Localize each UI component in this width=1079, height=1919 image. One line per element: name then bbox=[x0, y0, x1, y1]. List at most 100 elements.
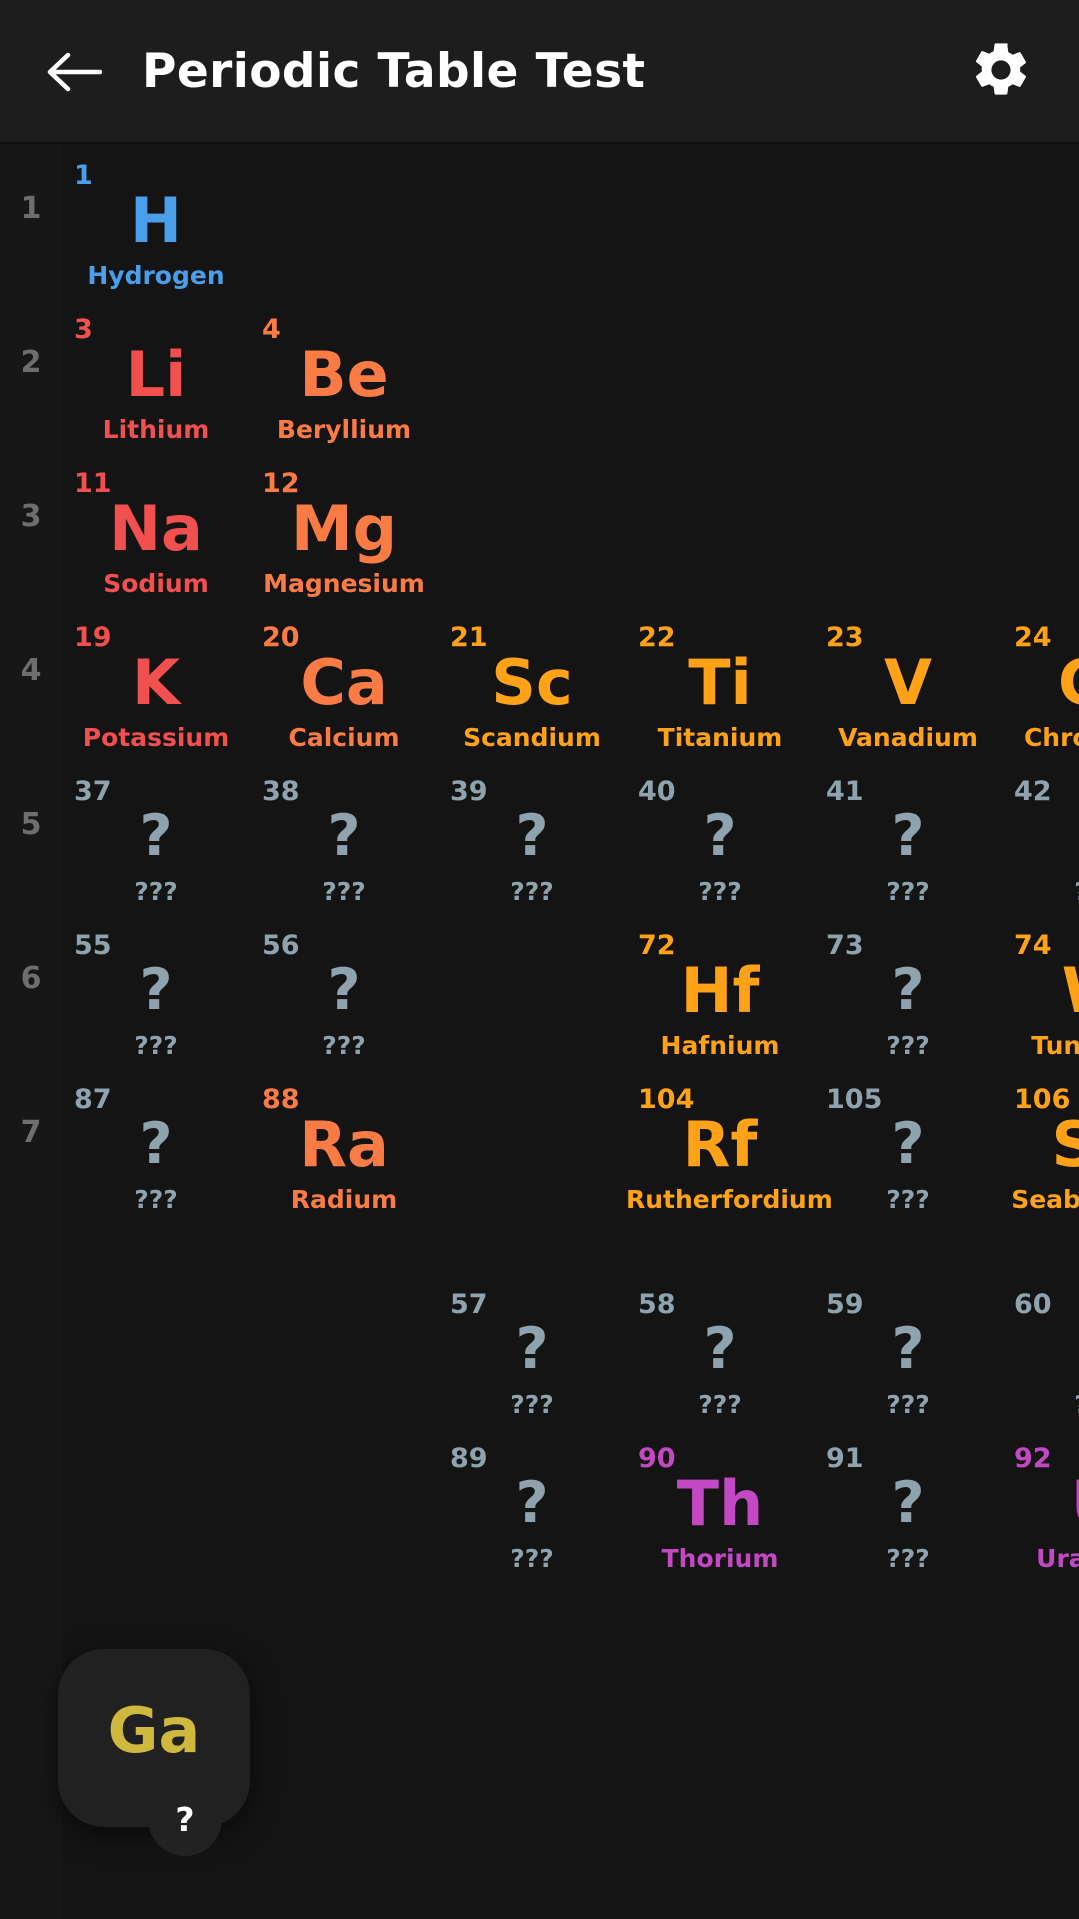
back-button[interactable] bbox=[28, 26, 120, 118]
element-symbol: ? bbox=[515, 1316, 549, 1382]
element-name: Radium bbox=[290, 1185, 398, 1214]
element-cell-unknown-60[interactable]: 60???? bbox=[1002, 1291, 1079, 1445]
atomic-number: 59 bbox=[826, 1289, 864, 1320]
element-cell-sg[interactable]: 106SgSeaborgium bbox=[1002, 1086, 1079, 1240]
element-cell-unknown-55[interactable]: 55???? bbox=[62, 932, 250, 1086]
element-symbol: ? bbox=[891, 1316, 925, 1382]
atomic-number: 21 bbox=[450, 622, 488, 653]
element-symbol: ? bbox=[515, 803, 549, 869]
element-symbol: Cr bbox=[1002, 649, 1079, 717]
atomic-number: 42 bbox=[1014, 776, 1052, 807]
element-symbol: Be bbox=[299, 338, 389, 411]
element-cell-li[interactable]: 3 Li Lithium bbox=[62, 316, 250, 470]
atomic-number: 73 bbox=[826, 930, 864, 961]
element-name: ??? bbox=[1002, 879, 1079, 904]
element-symbol: ? bbox=[139, 1111, 173, 1177]
element-cell-unknown-59[interactable]: 59???? bbox=[814, 1291, 1002, 1445]
atomic-number: 20 bbox=[262, 622, 300, 653]
element-cell-w[interactable]: 74W Tungsten bbox=[1002, 932, 1079, 1086]
element-symbol: ? bbox=[515, 1470, 549, 1536]
period-label-3: 3 bbox=[20, 499, 42, 534]
element-cell-hf[interactable]: 72 Hf Hafnium bbox=[626, 932, 814, 1086]
atomic-number: 92 bbox=[1014, 1443, 1052, 1474]
element-cell-unknown-57[interactable]: 57???? bbox=[438, 1291, 626, 1445]
element-name: Rutherfordium bbox=[626, 1185, 833, 1214]
element-cell-unknown-41[interactable]: 41???? bbox=[814, 778, 1002, 932]
atomic-number: 40 bbox=[638, 776, 676, 807]
element-symbol: ? bbox=[891, 1470, 925, 1536]
atomic-number: 88 bbox=[262, 1084, 300, 1115]
atomic-number: 3 bbox=[74, 314, 93, 345]
element-name: Calcium bbox=[288, 723, 400, 752]
element-name: Hydrogen bbox=[87, 261, 225, 290]
element-symbol: ? bbox=[703, 803, 737, 869]
draggable-element-symbol: Ga bbox=[107, 1694, 201, 1767]
element-symbol: ? bbox=[139, 803, 173, 869]
element-cell-th[interactable]: 90 Th Thorium bbox=[626, 1445, 814, 1599]
element-cell-unknown-56[interactable]: 56???? bbox=[250, 932, 438, 1086]
period-label-2: 2 bbox=[20, 345, 42, 380]
settings-button[interactable] bbox=[955, 26, 1047, 118]
element-cell-v[interactable]: 23 V Vanadium bbox=[814, 624, 1002, 778]
element-cell-be[interactable]: 4 Be Beryllium bbox=[250, 316, 438, 470]
element-cell-k[interactable]: 19 K Potassium bbox=[62, 624, 250, 778]
element-cell-unknown-89[interactable]: 89???? bbox=[438, 1445, 626, 1599]
element-cell-ca[interactable]: 20 Ca Calcium bbox=[250, 624, 438, 778]
element-name: ??? bbox=[322, 877, 366, 906]
element-symbol: Ti bbox=[688, 646, 752, 719]
atomic-number: 58 bbox=[638, 1289, 676, 1320]
element-symbol: ? bbox=[327, 957, 361, 1023]
element-cell-unknown-73[interactable]: 73???? bbox=[814, 932, 1002, 1086]
atomic-number: 4 bbox=[262, 314, 281, 345]
element-cell-cr[interactable]: 24Cr Chromium bbox=[1002, 624, 1079, 778]
element-cell-mg[interactable]: 12 Mg Magnesium bbox=[250, 470, 438, 624]
element-cell-rf[interactable]: 104 Rf Rutherfordium bbox=[626, 1086, 833, 1240]
element-cell-unknown-38[interactable]: 38???? bbox=[250, 778, 438, 932]
element-cell-unknown-40[interactable]: 40???? bbox=[626, 778, 814, 932]
element-name: Magnesium bbox=[263, 569, 425, 598]
element-symbol: Sg bbox=[1051, 1108, 1079, 1181]
atomic-number: 23 bbox=[826, 622, 864, 653]
element-cell-unknown-39[interactable]: 39???? bbox=[438, 778, 626, 932]
atomic-number: 41 bbox=[826, 776, 864, 807]
element-symbol: Sc bbox=[491, 646, 573, 719]
draggable-element-hint-badge[interactable]: ? bbox=[148, 1782, 222, 1856]
element-cell-na[interactable]: 11 Na Sodium bbox=[62, 470, 250, 624]
element-name: Hafnium bbox=[660, 1031, 780, 1060]
element-name: ??? bbox=[510, 877, 554, 906]
element-cell-h[interactable]: 1 H Hydrogen bbox=[62, 162, 250, 316]
periodic-table-test-screen: Periodic Table Test 1234567 1 H Hydrogen 3 L… bbox=[0, 0, 1079, 1919]
element-cell-unknown-58[interactable]: 58???? bbox=[626, 1291, 814, 1445]
element-symbol: ? bbox=[139, 957, 173, 1023]
element-name: Lithium bbox=[102, 415, 210, 444]
period-label-5: 5 bbox=[20, 807, 42, 842]
element-cell-unknown-105[interactable]: 105???? bbox=[814, 1086, 1002, 1240]
element-name: Beryllium bbox=[276, 415, 412, 444]
element-symbol: ? bbox=[891, 957, 925, 1023]
element-name: Uranium bbox=[1036, 1544, 1079, 1573]
element-symbol: Mg bbox=[290, 492, 398, 565]
element-cell-unknown-91[interactable]: 91???? bbox=[814, 1445, 1002, 1599]
atomic-number: 39 bbox=[450, 776, 488, 807]
atomic-number: 38 bbox=[262, 776, 300, 807]
element-cell-ti[interactable]: 22 Ti Titanium bbox=[626, 624, 814, 778]
element-cell-u[interactable]: 92U Uranium bbox=[1002, 1445, 1079, 1599]
element-name: Sodium bbox=[103, 569, 209, 598]
element-cell-unknown-37[interactable]: 37???? bbox=[62, 778, 250, 932]
element-symbol: W bbox=[1002, 957, 1079, 1025]
period-label-gutter bbox=[0, 144, 62, 1919]
element-symbol: H bbox=[130, 184, 182, 257]
atomic-number: 74 bbox=[1014, 930, 1052, 961]
element-name: Tungsten bbox=[1031, 1031, 1079, 1060]
period-label-1: 1 bbox=[20, 191, 42, 226]
element-symbol: ? bbox=[891, 803, 925, 869]
element-symbol: U bbox=[1002, 1470, 1079, 1538]
element-cell-sc[interactable]: 21 Sc Scandium bbox=[438, 624, 626, 778]
atomic-number: 91 bbox=[826, 1443, 864, 1474]
element-cell-ra[interactable]: 88 Ra Radium bbox=[250, 1086, 438, 1240]
element-symbol: Hf bbox=[680, 954, 760, 1027]
element-name: Chromium bbox=[1023, 723, 1079, 752]
element-cell-unknown-42[interactable]: 42???? bbox=[1002, 778, 1079, 932]
element-cell-unknown-87[interactable]: 87???? bbox=[62, 1086, 250, 1240]
element-name: Thorium bbox=[661, 1544, 779, 1573]
